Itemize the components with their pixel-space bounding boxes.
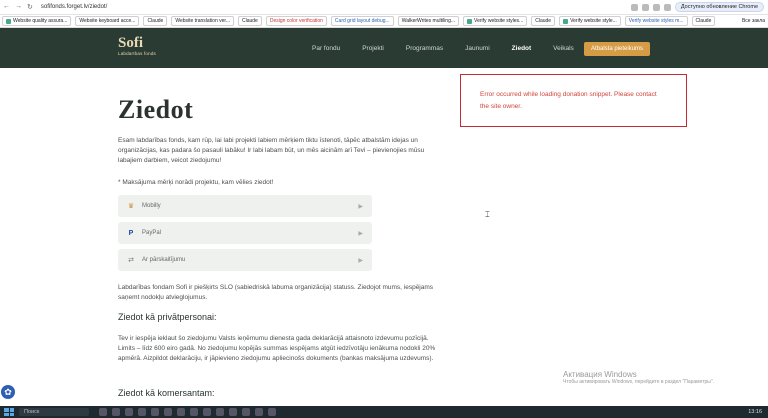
app-icon[interactable] <box>99 408 107 416</box>
all-bookmarks[interactable]: Все закла <box>739 17 768 25</box>
bookmark[interactable]: Verify website styles... <box>463 16 528 26</box>
business-heading: Ziedot kā komersantam: <box>118 388 215 398</box>
reload-icon[interactable]: ↻ <box>27 3 33 11</box>
bookmark[interactable]: Claude <box>143 16 168 26</box>
payment-label: Mobilly <box>142 203 161 209</box>
extension-icon[interactable] <box>652 3 660 11</box>
browser-nav: ← → ↻ <box>0 3 33 11</box>
clock[interactable]: 13:16 <box>748 409 762 415</box>
mobilly-icon: ♛ <box>127 203 135 210</box>
bookmarks-bar: Website quality assura... Website keyboa… <box>0 15 768 28</box>
cursor-icon: ⌶ <box>485 210 490 219</box>
nav-projekti[interactable]: Projekti <box>362 45 384 52</box>
error-message: Error occurred while loading donation sn… <box>480 91 657 110</box>
taskbar-search[interactable]: Поиск <box>19 408 89 416</box>
browser-address-bar: ← → ↻ sofifonds.forget.lv/ziedot/ Доступ… <box>0 0 768 15</box>
system-tray: 13:16 <box>748 409 768 415</box>
bookmark[interactable]: Website quality assura... <box>2 16 72 26</box>
windows-activation-watermark: Активация Windows Чтобы активировать Win… <box>563 370 714 385</box>
app-icon[interactable] <box>190 408 198 416</box>
app-icon[interactable] <box>164 408 172 416</box>
bookmark[interactable]: Verify website styles m... <box>624 16 688 26</box>
bookmark[interactable]: WalkerWrites multiling... <box>397 16 460 26</box>
url-field[interactable]: sofifonds.forget.lv/ziedot/ <box>41 4 631 10</box>
chevron-right-icon: ▶ <box>358 230 363 237</box>
payment-option-transfer[interactable]: ⇄ Ar pārskaitījumu ▶ <box>118 249 372 271</box>
paypal-icon: P <box>128 229 134 237</box>
payment-note: * Maksājuma mērķi norādi projektu, kam v… <box>118 179 274 186</box>
bookmark[interactable]: Design color verification <box>265 16 327 26</box>
taskbar-apps <box>99 408 276 416</box>
nav-veikals[interactable]: Veikals <box>553 45 574 52</box>
bookmark[interactable]: Card grid layout debug... <box>330 16 394 26</box>
bookmark[interactable]: Claude <box>691 16 716 26</box>
payment-label: PayPal <box>142 230 162 236</box>
site-logo[interactable]: Sofi Labdarības fonds <box>118 35 156 57</box>
payment-label: Ar pārskaitījumu <box>142 257 186 263</box>
app-icon[interactable] <box>242 408 250 416</box>
private-heading: Ziedot kā privātpersonai: <box>118 312 217 322</box>
nav-jaunumi[interactable]: Jaunumi <box>465 45 490 52</box>
app-icon[interactable] <box>177 408 185 416</box>
error-message-box: Error occurred while loading donation sn… <box>460 74 687 127</box>
bookmark[interactable]: Website translation ver... <box>171 16 234 26</box>
private-text: Tev ir iespēja ieklaut šo ziedojumu Vals… <box>118 335 436 362</box>
page-title: Ziedot <box>118 95 194 124</box>
logo-subtitle: Labdarības fonds <box>118 51 156 56</box>
windows-start-icon[interactable] <box>4 408 14 416</box>
nav-programmas[interactable]: Programmas <box>406 45 443 52</box>
app-icon[interactable] <box>125 408 133 416</box>
bookmark[interactable]: Claude <box>531 16 556 26</box>
app-icon[interactable] <box>255 408 263 416</box>
bank-transfer-icon: ⇄ <box>128 257 134 264</box>
intro-text: Esam labdarības fonds, kam rūp, lai labi… <box>118 137 425 164</box>
chevron-right-icon: ▶ <box>358 257 363 264</box>
app-icon[interactable] <box>151 408 159 416</box>
nav-par-fondu[interactable]: Par fondu <box>312 45 340 52</box>
back-icon[interactable]: ← <box>3 3 10 11</box>
watermark-title: Активация Windows <box>563 370 637 379</box>
app-icon[interactable] <box>112 408 120 416</box>
extension-icon[interactable] <box>630 3 638 11</box>
nav-ziedot[interactable]: Ziedot <box>512 45 532 52</box>
slo-status-text: Labdarības fondam Sofi ir piešķirts SLO … <box>118 284 434 301</box>
accessibility-icon[interactable]: ✿ <box>1 385 15 399</box>
support-application-button[interactable]: Atbalsta pieteikums <box>584 42 650 56</box>
app-icon[interactable] <box>203 408 211 416</box>
site-header: Sofi Labdarības fonds Par fondu Projekti… <box>0 28 768 68</box>
app-icon[interactable] <box>268 408 276 416</box>
bookmark[interactable]: Claude <box>237 16 262 26</box>
extension-icon[interactable] <box>641 3 649 11</box>
payment-option-mobilly[interactable]: ♛ Mobilly ▶ <box>118 195 372 217</box>
profile-icon[interactable] <box>663 3 671 11</box>
watermark-text: Чтобы активировать Windows, перейдите в … <box>563 379 715 385</box>
chevron-right-icon: ▶ <box>358 203 363 210</box>
bookmark[interactable]: Verify website style... <box>559 16 621 26</box>
forward-icon[interactable]: → <box>15 3 22 11</box>
app-icon[interactable] <box>138 408 146 416</box>
app-icon[interactable] <box>229 408 237 416</box>
logo-name: Sofi <box>118 35 144 51</box>
main-nav: Par fondu Projekti Programmas Jaunumi Zi… <box>312 45 596 52</box>
payment-option-paypal[interactable]: P PayPal ▶ <box>118 222 372 244</box>
bookmark[interactable]: Website keyboard acce... <box>75 16 140 26</box>
app-icon[interactable] <box>216 408 224 416</box>
windows-taskbar: Поиск 13:16 <box>0 406 768 418</box>
chrome-update-button[interactable]: Доступно обновление Chrome <box>674 2 764 12</box>
